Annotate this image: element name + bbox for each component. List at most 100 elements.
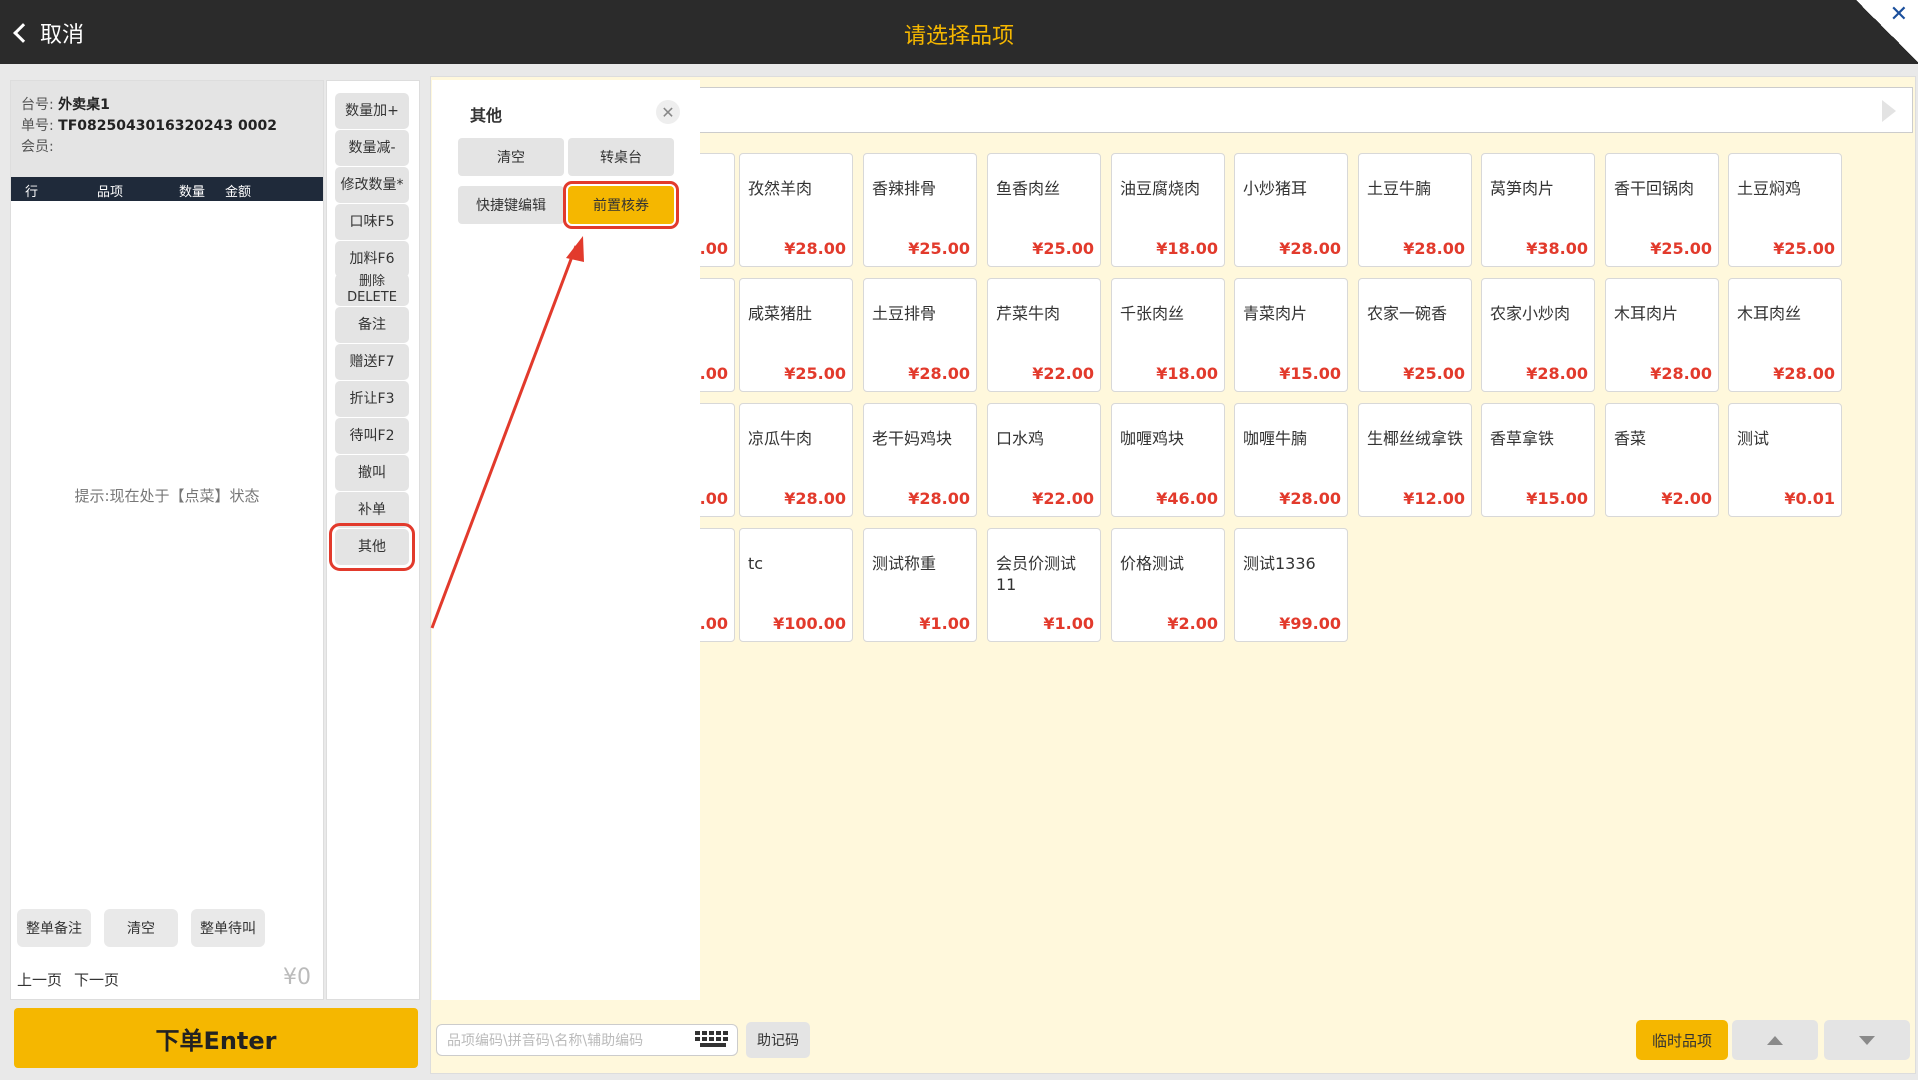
- item-card[interactable]: 口水鸡 ¥22.00: [987, 403, 1101, 517]
- item-price: ¥15.00: [1526, 489, 1588, 508]
- popup-shortcut-edit-button[interactable]: 快捷键编辑: [458, 186, 564, 224]
- item-card[interactable]: 千张肉丝 ¥18.00: [1111, 278, 1225, 392]
- popup-pre-verify-coupon-button[interactable]: 前置核券: [563, 181, 679, 229]
- temporary-item-button[interactable]: 临时品项: [1636, 1020, 1728, 1060]
- supplement-button[interactable]: 补单: [335, 492, 409, 528]
- item-card[interactable]: 木耳肉片 ¥28.00: [1605, 278, 1719, 392]
- item-price: ¥28.00: [1279, 489, 1341, 508]
- col-qty: 数量: [179, 185, 206, 200]
- item-card[interactable]: 香菜 ¥2.00: [1605, 403, 1719, 517]
- order-hold-button[interactable]: 整单待叫: [191, 909, 265, 947]
- item-card[interactable]: 香辣排骨 ¥25.00: [863, 153, 977, 267]
- item-card[interactable]: 土豆排骨 ¥28.00: [863, 278, 977, 392]
- item-name: 香干回锅肉: [1614, 179, 1695, 198]
- item-card[interactable]: 木耳肉丝 ¥28.00: [1728, 278, 1842, 392]
- prev-page-link[interactable]: 上一页: [17, 971, 62, 989]
- item-card[interactable]: 土豆牛腩 ¥28.00: [1358, 153, 1472, 267]
- item-card[interactable]: 测试1336 ¥99.00: [1234, 528, 1348, 642]
- item-card[interactable]: 芹菜牛肉 ¥22.00: [987, 278, 1101, 392]
- flavor-button[interactable]: 口味F5: [335, 204, 409, 240]
- item-price: ¥25.00: [1032, 239, 1094, 258]
- popup-clear-button[interactable]: 清空: [458, 138, 564, 176]
- item-price: ¥38.00: [1526, 239, 1588, 258]
- order-remark-button[interactable]: 整单备注: [17, 909, 91, 947]
- arrow-up-icon: [1767, 1035, 1783, 1045]
- item-card[interactable]: 香干回锅肉 ¥25.00: [1605, 153, 1719, 267]
- item-card[interactable]: 农家一碗香 ¥25.00: [1358, 278, 1472, 392]
- order-number-label: 单号:: [21, 118, 54, 134]
- item-card[interactable]: 香草拿铁 ¥15.00: [1481, 403, 1595, 517]
- item-name: 鱼香肉丝: [996, 179, 1061, 198]
- item-card[interactable]: 老干妈鸡块 ¥28.00: [863, 403, 977, 517]
- item-card[interactable]: 孜然羊肉 ¥28.00: [739, 153, 853, 267]
- item-name: 千张肉丝: [1120, 304, 1185, 323]
- item-name: 孜然羊肉: [748, 179, 813, 198]
- item-price: ¥22.00: [1032, 364, 1094, 383]
- item-card[interactable]: 价格测试 ¥2.00: [1111, 528, 1225, 642]
- member-label: 会员:: [21, 139, 54, 155]
- page-up-button[interactable]: [1732, 1020, 1818, 1060]
- item-name: 咖喱牛腩: [1243, 429, 1308, 448]
- keyboard-icon[interactable]: [695, 1031, 731, 1051]
- item-name: 农家一碗香: [1367, 304, 1448, 323]
- window-title: 请选择品项: [903, 24, 1014, 49]
- item-card[interactable]: 测试称重 ¥1.00: [863, 528, 977, 642]
- item-name: 土豆排骨: [872, 304, 937, 323]
- item-card[interactable]: 油豆腐烧肉 ¥18.00: [1111, 153, 1225, 267]
- discount-button[interactable]: 折让F3: [335, 381, 409, 417]
- item-card[interactable]: 凉瓜牛肉 ¥28.00: [739, 403, 853, 517]
- hold-button[interactable]: 待叫F2: [335, 418, 409, 454]
- item-name: 木耳肉丝: [1737, 304, 1802, 323]
- item-card[interactable]: 土豆焖鸡 ¥25.00: [1728, 153, 1842, 267]
- page-down-button[interactable]: [1824, 1020, 1910, 1060]
- item-price: ¥22.00: [1032, 489, 1094, 508]
- item-card[interactable]: 青菜肉片 ¥15.00: [1234, 278, 1348, 392]
- other-button[interactable]: 其他: [329, 523, 415, 571]
- status-hint: 提示:现在处于【点菜】状态: [74, 487, 260, 505]
- item-card[interactable]: 会员价测试11 ¥1.00: [987, 528, 1101, 642]
- cancel-hold-button[interactable]: 撤叫: [335, 455, 409, 491]
- item-card[interactable]: 生椰丝绒拿铁 ¥12.00: [1358, 403, 1472, 517]
- item-card[interactable]: 测试 ¥0.01: [1728, 403, 1842, 517]
- mnemonic-button[interactable]: 助记码: [746, 1022, 810, 1058]
- delete-button[interactable]: 删除 DELETE: [335, 274, 409, 306]
- search-input[interactable]: [447, 1030, 685, 1052]
- item-price: ¥28.00: [908, 489, 970, 508]
- item-price: ¥25.00: [908, 239, 970, 258]
- item-card[interactable]: tc ¥100.00: [739, 528, 853, 642]
- item-card[interactable]: 咸菜猪肚 ¥25.00: [739, 278, 853, 392]
- item-name: 芹菜牛肉: [996, 304, 1061, 323]
- popup-transfer-table-button[interactable]: 转桌台: [568, 138, 674, 176]
- item-name: 土豆焖鸡: [1737, 179, 1802, 198]
- item-card[interactable]: 咖喱牛腩 ¥28.00: [1234, 403, 1348, 517]
- edit-qty-button[interactable]: 修改数量*: [335, 167, 409, 203]
- item-name: 莴笋肉片: [1490, 179, 1555, 198]
- item-card[interactable]: 咖喱鸡块 ¥46.00: [1111, 403, 1225, 517]
- close-button[interactable]: ✕: [1856, 0, 1918, 62]
- item-name: 测试1336: [1243, 554, 1316, 573]
- submit-order-button[interactable]: 下单Enter: [14, 1008, 418, 1068]
- item-card[interactable]: 农家小炒肉 ¥28.00: [1481, 278, 1595, 392]
- next-page-link[interactable]: 下一页: [74, 971, 119, 989]
- item-price: ¥99.00: [1279, 614, 1341, 633]
- qty-plus-button[interactable]: 数量加+: [335, 93, 409, 129]
- item-card[interactable]: 莴笋肉片 ¥38.00: [1481, 153, 1595, 267]
- table-label: 台号:: [21, 97, 54, 113]
- gift-button[interactable]: 赠送F7: [335, 344, 409, 380]
- col-amount: 金额: [225, 185, 252, 200]
- qty-minus-button[interactable]: 数量减-: [335, 130, 409, 166]
- item-name: 生椰丝绒拿铁: [1367, 429, 1464, 448]
- chevron-right-icon[interactable]: [1882, 100, 1896, 122]
- item-name: 会员价测试11: [996, 554, 1077, 594]
- item-name: 老干妈鸡块: [872, 429, 953, 448]
- item-card[interactable]: 鱼香肉丝 ¥25.00: [987, 153, 1101, 267]
- popup-close-icon[interactable]: ✕: [656, 100, 680, 124]
- clear-order-button[interactable]: 清空: [104, 909, 178, 947]
- item-card[interactable]: 小炒猪耳 ¥28.00: [1234, 153, 1348, 267]
- remark-button[interactable]: 备注: [335, 307, 409, 343]
- item-price: ¥28.00: [784, 489, 846, 508]
- item-name: 小炒猪耳: [1243, 179, 1308, 198]
- addon-button[interactable]: 加料F6: [335, 241, 409, 277]
- item-price: ¥28.00: [908, 364, 970, 383]
- item-price: ¥25.00: [1650, 239, 1712, 258]
